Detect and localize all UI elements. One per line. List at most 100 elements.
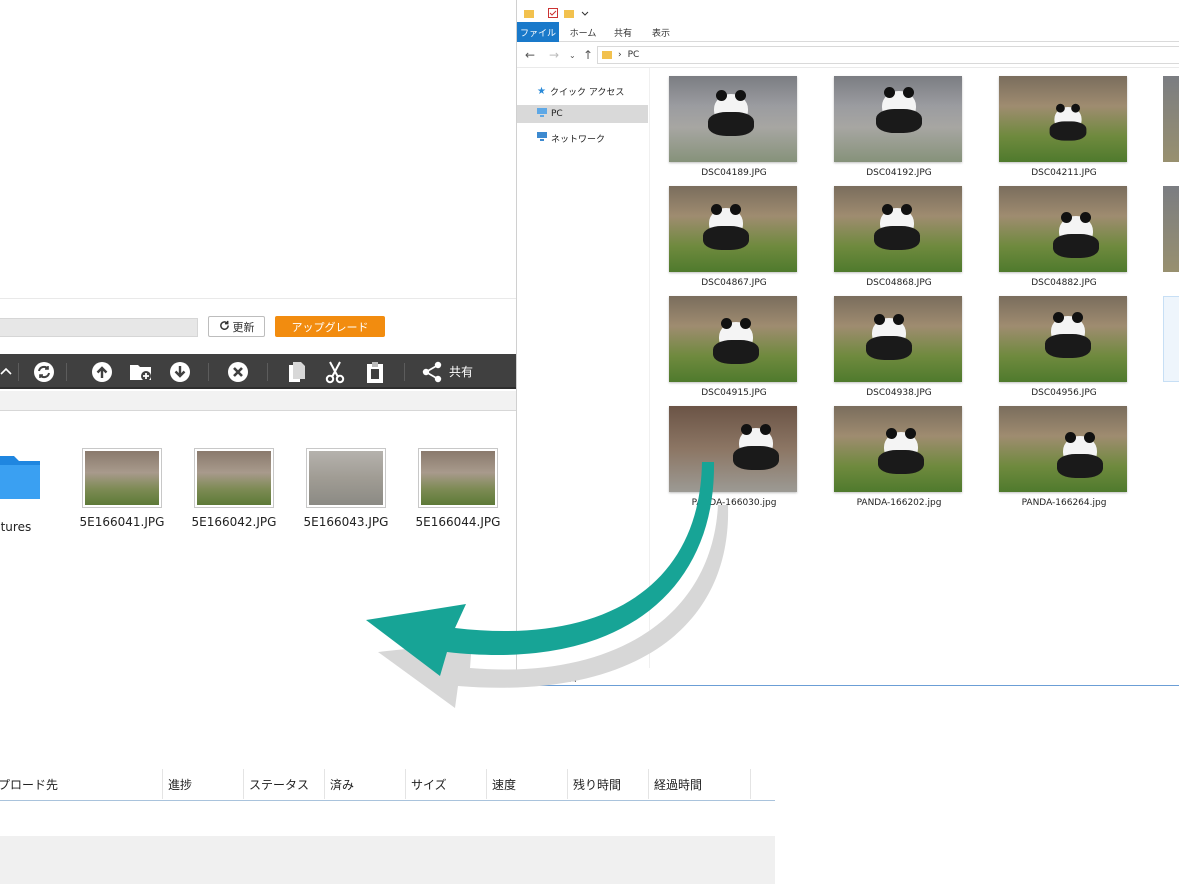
web-top-bar: 更新 アップグレード	[0, 298, 516, 354]
tab-home[interactable]: ホーム	[563, 22, 603, 42]
file-item[interactable]: 5E166044.JPG	[408, 448, 508, 529]
download-icon[interactable]	[168, 360, 192, 384]
file-name: DSC04211.JPG	[1031, 168, 1097, 178]
file-name: PANDA-166030.jpg	[691, 498, 777, 508]
folder-icon	[523, 4, 535, 18]
file-tile[interactable]: DSC04189.JPG	[669, 76, 799, 178]
breadcrumb-chevron-icon: ›	[618, 50, 622, 60]
chevron-up-icon[interactable]	[0, 360, 18, 384]
path-input[interactable]	[0, 318, 198, 337]
column-divider	[750, 769, 751, 799]
file-name: PANDA-166202.jpg	[856, 498, 942, 508]
file-tile[interactable]: DSC04915.JPG	[669, 296, 799, 398]
column-divider	[162, 769, 163, 799]
share-icon[interactable]	[420, 360, 444, 384]
ribbon-tabs: ファイル ホーム 共有 表示	[517, 22, 1179, 42]
file-item[interactable]: 5E166043.JPG	[296, 448, 396, 529]
copy-icon[interactable]	[285, 360, 309, 384]
toolbar-divider	[66, 363, 67, 381]
explorer-file-grid: DSC04189.JPG DSC04192.JPG DSC04211.JPG D…	[667, 76, 1179, 536]
nav-label: PC	[551, 109, 563, 119]
file-item[interactable]: 5E166041.JPG	[72, 448, 172, 529]
file-tile[interactable]: DSC04956.JPG	[999, 296, 1129, 398]
file-name: 5E166041.JPG	[79, 515, 165, 529]
file-tile[interactable]: DSC04211.JPG	[999, 76, 1129, 178]
transfer-table-header: プロード先 進捗 ステータス 済み サイズ 速度 残り時間 経過時間	[0, 769, 775, 801]
column-header-speed[interactable]: 速度	[492, 776, 516, 793]
upgrade-button[interactable]: アップグレード	[275, 316, 385, 337]
folder-item[interactable]: ctures	[0, 448, 44, 534]
image-thumbnail	[999, 296, 1127, 382]
address-input[interactable]: › PC	[597, 46, 1179, 64]
forward-arrow-icon[interactable]: →	[549, 48, 559, 62]
column-divider	[405, 769, 406, 799]
network-icon	[537, 132, 547, 144]
file-tile[interactable]: PANDA-166264.jpg	[999, 406, 1129, 508]
refresh-button[interactable]: 更新	[208, 316, 265, 337]
up-arrow-icon[interactable]: ↑	[583, 48, 593, 62]
tab-file[interactable]: ファイル	[517, 22, 559, 42]
file-name: 5E166042.JPG	[191, 515, 277, 529]
computer-icon	[537, 108, 547, 120]
star-icon: ★	[537, 85, 546, 97]
new-folder-icon[interactable]	[563, 4, 575, 18]
properties-icon[interactable]	[547, 4, 559, 18]
breadcrumb-pc[interactable]: PC	[628, 50, 640, 60]
cut-icon[interactable]	[323, 360, 347, 384]
column-header-done[interactable]: 済み	[330, 776, 354, 793]
file-item[interactable]: 5E166042.JPG	[184, 448, 284, 529]
new-folder-icon[interactable]	[129, 360, 153, 384]
toolbar-divider	[267, 363, 268, 381]
file-tile[interactable]: DSC04867.JPG	[669, 186, 799, 288]
pc-folder-icon	[602, 49, 612, 62]
paste-icon[interactable]	[363, 360, 387, 384]
nav-pc[interactable]: PC	[517, 105, 648, 123]
nav-quick-access[interactable]: ★ クイック アクセス	[517, 82, 648, 100]
file-tile[interactable]: DSC04868.JPG	[834, 186, 964, 288]
folder-icon	[0, 448, 44, 508]
column-divider	[324, 769, 325, 799]
column-strip	[0, 391, 516, 411]
file-tile[interactable]: PANDA-166202.jpg	[834, 406, 964, 508]
transfer-row-empty	[0, 836, 775, 884]
toolbar-divider	[18, 363, 19, 381]
image-thumbnail-partial	[1163, 186, 1179, 272]
image-thumbnail	[194, 448, 274, 508]
back-arrow-icon[interactable]: ←	[525, 48, 535, 62]
recent-dropdown-icon[interactable]: ⌄	[569, 51, 576, 60]
file-tile[interactable]: DSC04938.JPG	[834, 296, 964, 398]
file-name: PANDA-166264.jpg	[1021, 498, 1107, 508]
column-header-progress[interactable]: 進捗	[168, 776, 192, 793]
file-tile[interactable]: DSC04882.JPG	[999, 186, 1129, 288]
refresh-label: 更新	[232, 320, 255, 334]
file-name: DSC04915.JPG	[701, 388, 767, 398]
column-header-size[interactable]: サイズ	[411, 776, 447, 793]
column-header-destination[interactable]: プロード先	[0, 776, 58, 793]
image-thumbnail	[82, 448, 162, 508]
file-name: DSC04882.JPG	[1031, 278, 1097, 288]
nav-label: クイック アクセス	[549, 87, 625, 98]
file-tile[interactable]: PANDA-166030.jpg	[669, 406, 799, 508]
share-label: 共有	[449, 365, 474, 379]
chevron-down-icon[interactable]	[579, 4, 591, 16]
web-file-grid: ctures 5E166041.JPG 5E166042.JPG 5E16604…	[0, 448, 516, 538]
column-divider	[648, 769, 649, 799]
column-header-status[interactable]: ステータス	[249, 776, 309, 793]
nav-network[interactable]: ネットワーク	[517, 129, 648, 147]
column-divider	[567, 769, 568, 799]
nav-label: ネットワーク	[551, 134, 606, 145]
file-name: DSC04192.JPG	[866, 168, 932, 178]
delete-icon[interactable]	[226, 360, 250, 384]
column-header-remaining[interactable]: 残り時間	[573, 776, 621, 793]
column-header-elapsed[interactable]: 経過時間	[654, 776, 702, 793]
tab-view[interactable]: 表示	[645, 22, 677, 42]
image-thumbnail	[669, 186, 797, 272]
file-name: DSC04938.JPG	[866, 388, 932, 398]
file-tile[interactable]: DSC04192.JPG	[834, 76, 964, 178]
address-bar: ← → ⌄ ↑ › PC	[517, 42, 1179, 68]
tab-share[interactable]: 共有	[607, 22, 639, 42]
image-thumbnail	[669, 296, 797, 382]
file-name: DSC04868.JPG	[866, 278, 932, 288]
sync-icon[interactable]	[32, 360, 56, 384]
upload-icon[interactable]	[90, 360, 114, 384]
